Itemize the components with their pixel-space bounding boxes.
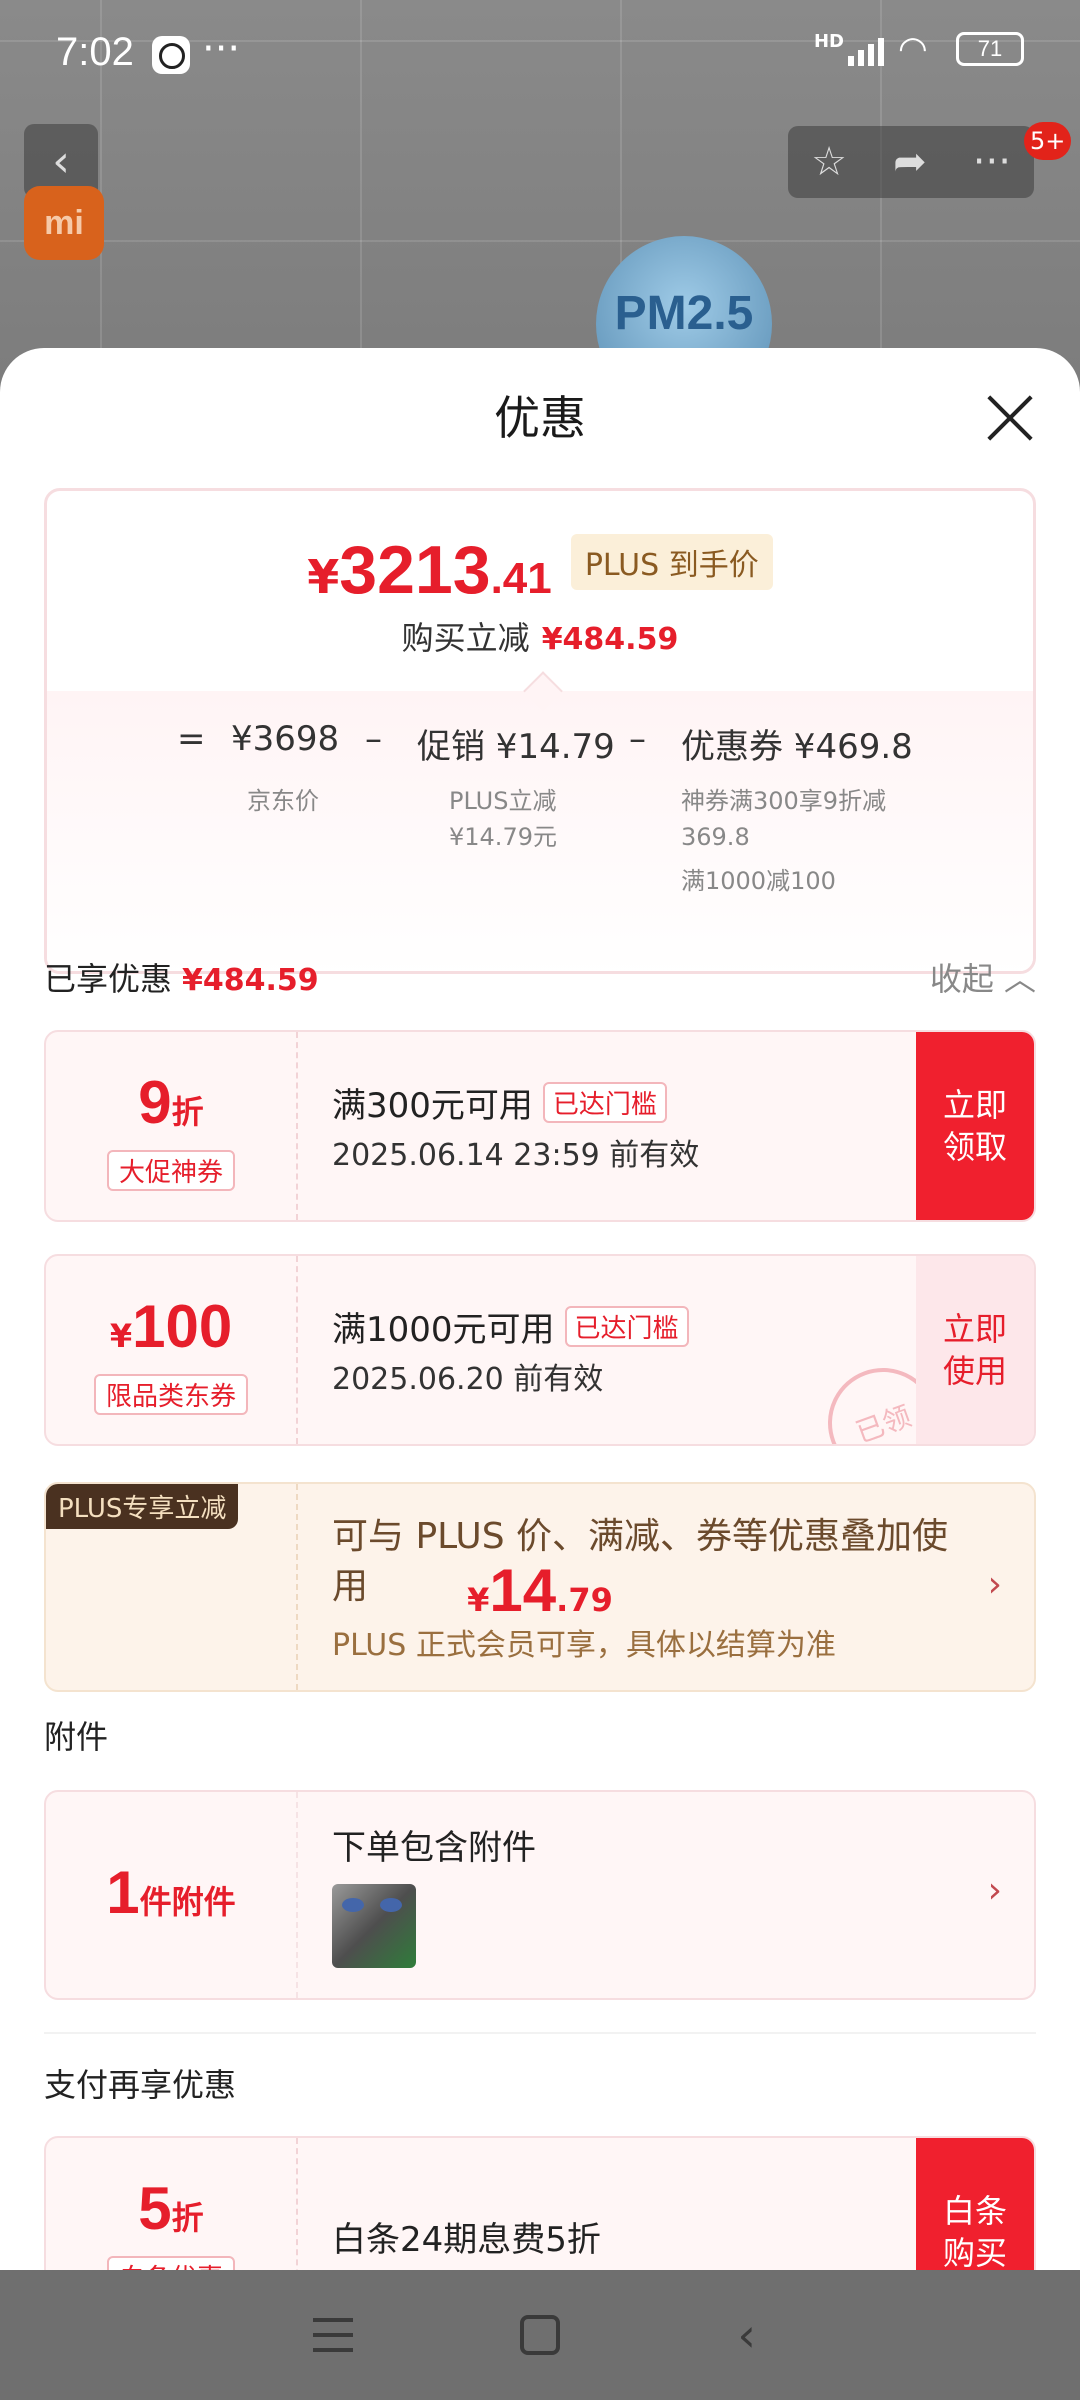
plus-price-tag: PLUS 到手价	[570, 534, 773, 590]
back-button[interactable]: ‹	[717, 2305, 777, 2365]
back-icon: ‹	[737, 2308, 756, 2362]
payment-offer-card: 5折 白条优惠 白条24期息费5折 白条购买	[44, 2136, 1036, 2270]
payment-discount-value: 5折	[138, 2175, 204, 2242]
final-price: ¥3213.41 PLUS 到手价	[47, 531, 1033, 609]
final-price-decimal: .41	[490, 554, 552, 603]
enjoyed-discount-value: ¥484.59	[182, 963, 319, 998]
coupon-card: 9折 大促神券 满300元可用 已达门槛 2025.06.14 23:59 前有效…	[44, 1030, 1036, 1222]
enjoyed-discount-title: 已享优惠 ¥484.59	[44, 960, 319, 998]
accessory-thumbnail	[332, 1884, 416, 1968]
payment-section-title: 支付再享优惠	[44, 2066, 237, 2104]
coupon-condition: 满300元可用 已达门槛	[332, 1078, 667, 1127]
recent-apps-button[interactable]	[303, 2305, 363, 2365]
status-time: 7:02	[56, 30, 134, 74]
coupon-type-tag: 大促神券	[106, 1150, 236, 1191]
use-coupon-button[interactable]: 立即 使用	[916, 1256, 1034, 1444]
collapse-button[interactable]: 收起 ︿	[930, 954, 1036, 1000]
minus-sign: –	[629, 719, 646, 759]
threshold-reached-tag: 已达门槛	[564, 1306, 689, 1347]
system-navigation-bar: ‹	[0, 2270, 1080, 2400]
jd-price: ¥3698	[231, 719, 340, 759]
battery-icon: 71	[956, 32, 1024, 66]
more-icon[interactable]: ···	[973, 139, 1011, 185]
signal-icon	[848, 32, 884, 66]
promo-label-amount: ¥14.79元	[449, 823, 557, 851]
jd-price-label: 京东价	[247, 787, 319, 815]
brand-logo: mi	[24, 186, 104, 260]
share-icon[interactable]: ➦	[893, 139, 927, 185]
claim-coupon-button[interactable]: 立即 领取	[916, 1032, 1034, 1220]
plus-discount-card[interactable]: PLUS专享立减 ¥14.79 可与 PLUS 价、满减、券等优惠叠加使用 PL…	[44, 1482, 1036, 1692]
accessory-section-title: 附件	[44, 1718, 109, 1756]
baitiao-buy-button[interactable]: 白条 购买	[916, 2138, 1034, 2270]
divider	[44, 2032, 1036, 2034]
more-notifications-icon: ···	[202, 26, 241, 72]
coupon-type-tag: 限品类东券	[93, 1374, 249, 1415]
coupon-card: ¥100 限品类东券 满1000元可用 已达门槛 2025.06.20 前有效 已…	[44, 1254, 1036, 1446]
coupon-label: 神券满300享9折减	[681, 787, 887, 815]
clock-app-icon	[152, 36, 190, 74]
status-icons: HD ◠ 71	[813, 29, 1024, 69]
equals-sign: =	[177, 719, 206, 759]
accessory-card[interactable]: 1件附件 下单包含附件 ›	[44, 1790, 1036, 2000]
hd-label: HD	[813, 30, 844, 52]
close-icon[interactable]	[984, 392, 1036, 444]
coupon-value: ¥100	[109, 1293, 233, 1360]
coupon-expiry: 2025.06.14 23:59 前有效	[332, 1138, 700, 1173]
home-button[interactable]	[510, 2305, 570, 2365]
discount-sheet: 优惠 ¥3213.41 PLUS 到手价 购买立减 ¥484.59 = ¥3698…	[0, 348, 1080, 2270]
wifi-icon: ◠	[898, 29, 928, 69]
coupon-value: 9折	[138, 1069, 204, 1136]
chevron-right-icon: ›	[987, 1564, 1002, 1605]
coupon-label-amount: 369.8	[681, 823, 750, 851]
minus-sign: –	[365, 719, 382, 759]
coupon-expiry: 2025.06.20 前有效	[332, 1362, 604, 1397]
top-action-bar: ☆ ➦ ···	[788, 126, 1034, 198]
chevron-right-icon: ›	[987, 1870, 1002, 1911]
payment-offer-description: 白条24期息费5折	[332, 2220, 601, 2260]
final-price-integer: 3213	[339, 532, 491, 608]
threshold-reached-tag: 已达门槛	[542, 1082, 667, 1123]
promo-amount: 促销 ¥14.79	[417, 727, 615, 767]
sheet-title: 优惠	[494, 391, 586, 445]
plus-note: PLUS 正式会员可享，具体以结算为准	[332, 1628, 836, 1663]
promo-label: PLUS立减	[449, 787, 557, 815]
menu-icon	[313, 2318, 354, 2352]
accessory-description: 下单包含附件	[332, 1828, 536, 1868]
coupon-condition: 满1000元可用 已达门槛	[332, 1302, 689, 1351]
message-count-badge: 5+	[1024, 122, 1072, 160]
price-breakdown-card: ¥3213.41 PLUS 到手价 购买立减 ¥484.59 = ¥3698 – …	[44, 488, 1036, 974]
payment-type-tag: 白条优惠	[106, 2256, 236, 2270]
home-icon	[519, 2315, 560, 2355]
plus-description: 可与 PLUS 价、满减、券等优惠叠加使用	[332, 1516, 949, 1607]
coupon-amount: 优惠券 ¥469.8	[681, 727, 913, 767]
accessory-count: 1件附件	[106, 1859, 236, 1926]
coupon-label-threshold: 满1000减100	[681, 867, 836, 895]
plus-ribbon: PLUS专享立减	[46, 1484, 239, 1529]
total-discount: 购买立减 ¥484.59	[401, 619, 679, 657]
favorite-star-icon[interactable]: ☆	[811, 139, 847, 185]
status-bar: 7:02 ··· HD ◠ 71	[0, 0, 1080, 106]
